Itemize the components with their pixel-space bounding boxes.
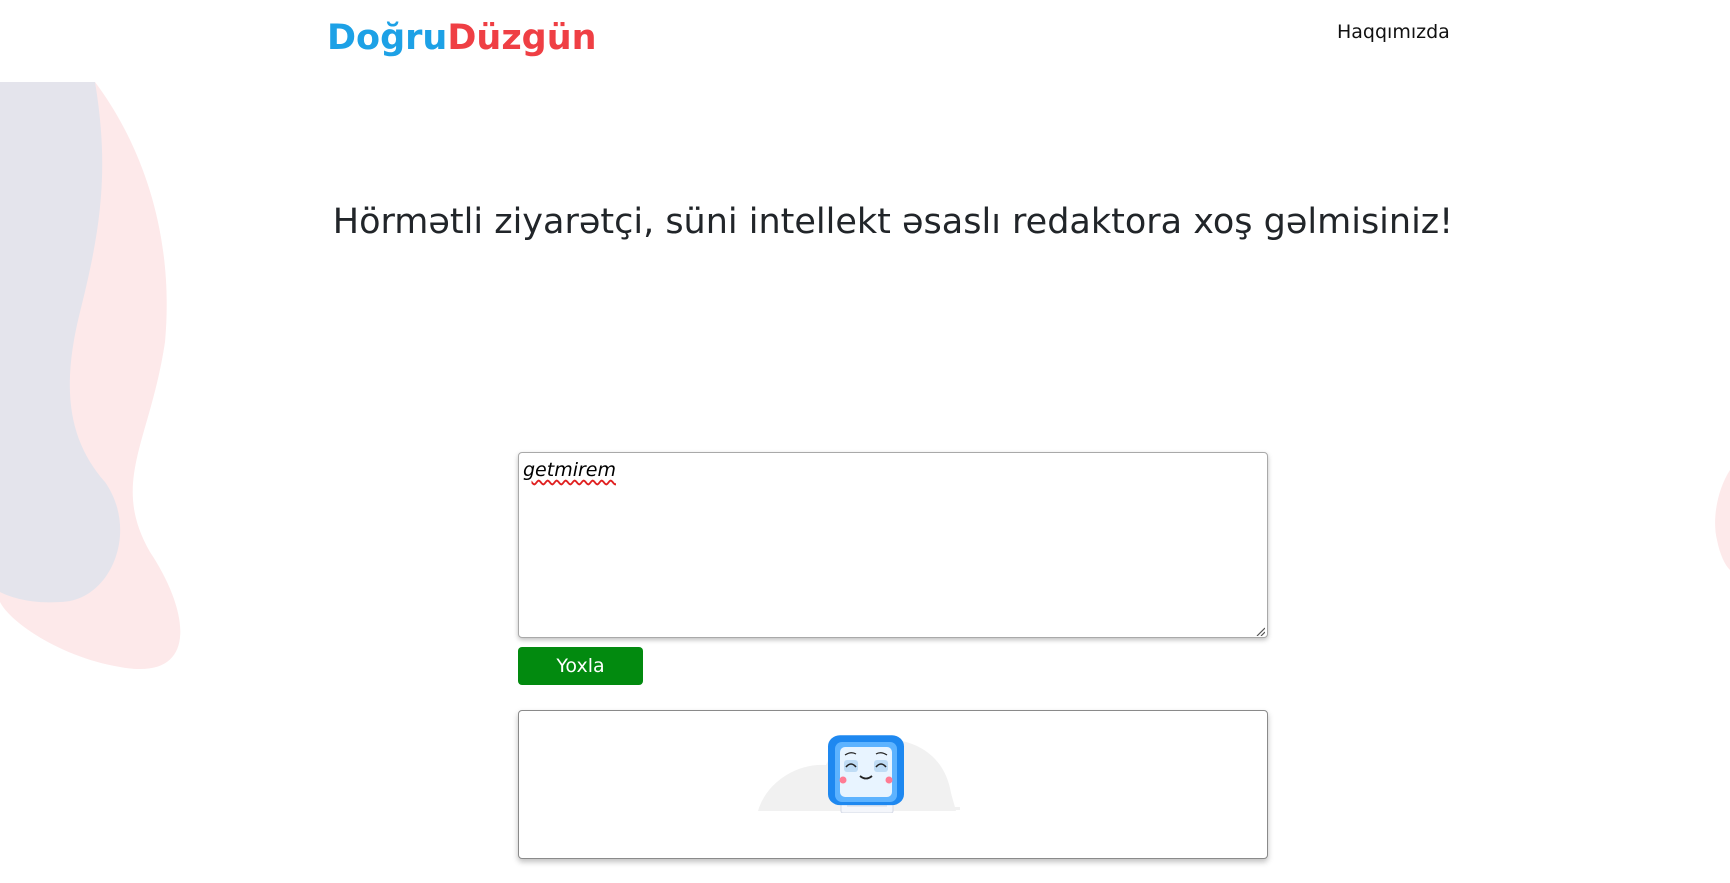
logo-link[interactable]: DoğruDüzgün [327,16,597,60]
decorative-blob-left [0,82,181,670]
logo-text-duzgun: Düzgün [447,18,597,58]
resize-handle-icon[interactable] [1255,626,1265,636]
editor-text: getmirem [523,459,616,481]
page-title: Hörmətli ziyarətçi, süni intellekt əsasl… [332,202,1454,242]
nav-link-about[interactable]: Haqqımızda [1337,19,1450,45]
top-navbar: DoğruDüzgün Haqqımızda [0,0,1730,82]
result-panel [518,710,1268,859]
page: DoğruDüzgün Haqqımızda Hörmətli ziyarətç… [0,0,1730,883]
check-button[interactable]: Yoxla [518,647,643,685]
smiling-computer-mascot-icon [758,735,960,813]
decorative-blob-right [1715,470,1730,570]
logo-text-dogru: Doğru [327,18,448,58]
text-editor-input[interactable]: getmirem [518,452,1268,638]
